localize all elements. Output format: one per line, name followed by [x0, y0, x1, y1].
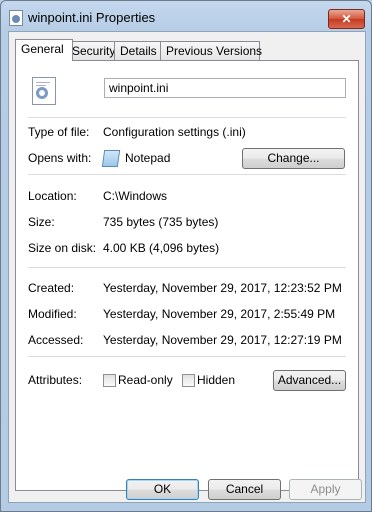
hidden-label[interactable]: Hidden — [197, 373, 235, 387]
advanced-button[interactable]: Advanced... — [273, 370, 346, 391]
apply-button[interactable]: Apply — [289, 479, 362, 500]
tab-details[interactable]: Details — [114, 41, 166, 60]
accessed-label: Accessed: — [28, 333, 84, 347]
title-bar[interactable]: winpoint.ini Properties ✕ — [1, 1, 371, 33]
file-line — [36, 82, 50, 83]
readonly-checkbox[interactable] — [103, 374, 116, 387]
readonly-label[interactable]: Read-only — [118, 373, 173, 387]
divider — [28, 174, 346, 175]
location-label: Location: — [28, 189, 77, 203]
accessed-value: Yesterday, November 29, 2017, 12:27:19 P… — [103, 333, 342, 347]
divider — [28, 356, 346, 357]
divider — [28, 267, 346, 268]
modified-label: Modified: — [28, 307, 77, 321]
size-label: Size: — [28, 215, 55, 229]
opens-with-value: Notepad — [125, 151, 171, 165]
close-button[interactable]: ✕ — [328, 9, 365, 29]
divider — [28, 117, 346, 118]
cancel-button[interactable]: Cancel — [208, 479, 281, 500]
location-value: C:\Windows — [103, 189, 168, 203]
file-line — [36, 85, 46, 86]
general-panel: winpoint.ini Type of file: Configuration… — [15, 60, 359, 491]
hidden-checkbox[interactable] — [182, 374, 195, 387]
type-label: Type of file: — [28, 125, 90, 139]
ini-file-icon — [9, 10, 23, 26]
window-title: winpoint.ini Properties — [28, 10, 156, 25]
gear-icon — [36, 87, 48, 99]
change-button[interactable]: Change... — [242, 148, 345, 169]
dialog-client: General Security Details Previous Versio… — [8, 31, 366, 503]
notepad-icon — [101, 150, 121, 167]
opens-with-label: Opens with: — [28, 151, 92, 165]
file-name-field[interactable]: winpoint.ini — [104, 78, 346, 98]
config-file-icon — [32, 77, 56, 105]
size-on-disk-value: 4.00 KB (4,096 bytes) — [103, 241, 220, 255]
tab-security[interactable]: Security — [66, 41, 120, 60]
size-value: 735 bytes (735 bytes) — [103, 215, 219, 229]
ok-button[interactable]: OK — [126, 479, 199, 500]
modified-value: Yesterday, November 29, 2017, 2:55:49 PM — [103, 307, 336, 321]
created-value: Yesterday, November 29, 2017, 12:23:52 P… — [103, 281, 342, 295]
type-value: Configuration settings (.ini) — [103, 125, 246, 139]
tab-previous-versions[interactable]: Previous Versions — [160, 41, 262, 60]
attributes-label: Attributes: — [28, 373, 83, 387]
size-on-disk-label: Size on disk: — [28, 241, 97, 255]
created-label: Created: — [28, 281, 75, 295]
tab-general[interactable]: General — [15, 39, 73, 61]
properties-window: winpoint.ini Properties ✕ General Securi… — [0, 0, 372, 512]
